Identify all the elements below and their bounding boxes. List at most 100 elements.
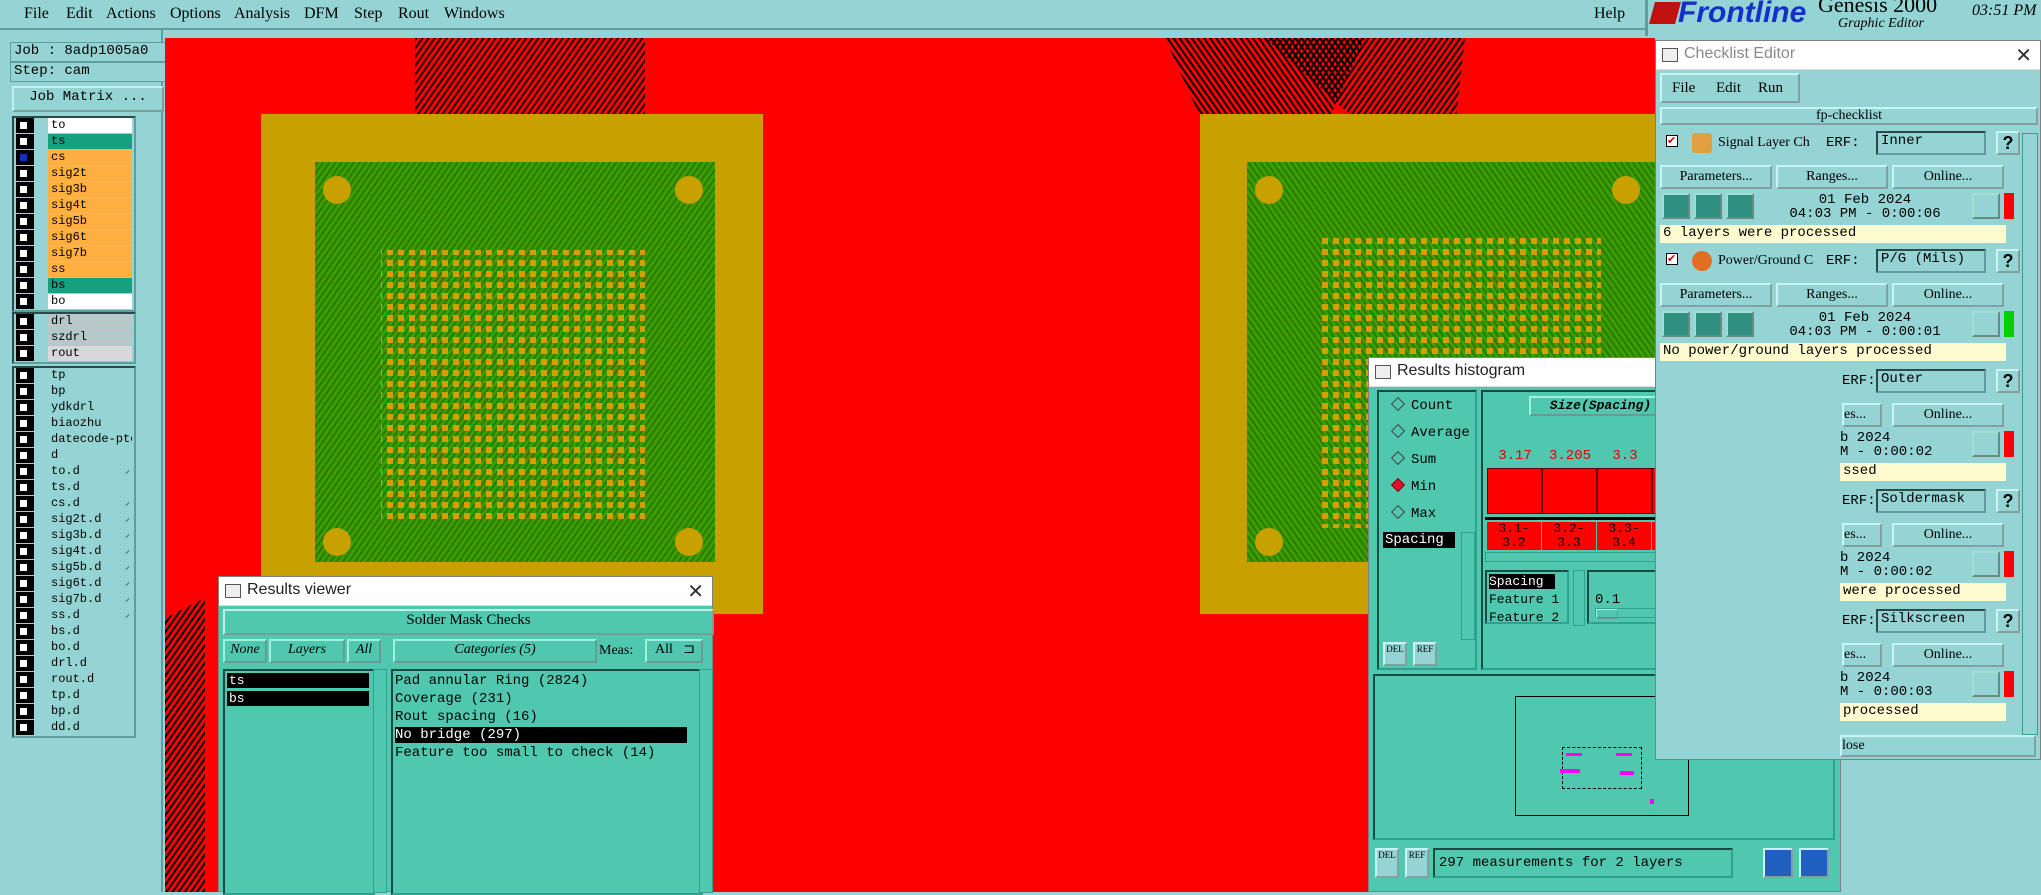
layer-row-bp[interactable]: bp [14,384,134,400]
layer-row-sig3b-d[interactable]: sig3b.d ⸝ [14,528,134,544]
online-button[interactable]: Online... [1892,165,2004,189]
layer-row-sig6t[interactable]: sig6t [14,230,134,246]
layer-name[interactable]: biaozhu [48,416,132,431]
layer-checkbox[interactable] [16,576,34,591]
layer-row-biaozhu[interactable]: biaozhu [14,416,134,432]
del-button[interactable]: DEL [1383,642,1407,666]
mode-min-radio[interactable]: Min [1390,477,1436,495]
layer-name[interactable]: ydkdrl [48,400,132,415]
layer-checkbox[interactable] [16,688,34,703]
erf-value[interactable]: Soldermask [1876,489,1986,513]
layer-checkbox[interactable] [16,720,34,735]
ref-button[interactable]: REF [1413,642,1437,666]
parameters-button[interactable]: Parameters... [1660,165,1772,189]
menu-edit[interactable]: Edit [66,5,93,23]
layer-checkbox[interactable] [16,544,34,559]
feature-item[interactable]: Feature 1 [1489,592,1559,607]
menu-dfm[interactable]: DFM [304,5,339,23]
none-button[interactable]: None [223,639,267,663]
layer-checkbox[interactable] [16,246,34,261]
layer-row-datecode-pte[interactable]: datecode-pte [14,432,134,448]
layer-name[interactable]: sig6t.d ⸝ [48,576,132,591]
layer-checkbox[interactable] [16,400,34,415]
zoom-icon[interactable] [1972,431,2000,457]
layer-row-bp-d[interactable]: bp.d [14,704,134,720]
zoom-icon[interactable] [1972,551,2000,577]
layer-checkbox[interactable] [16,480,34,495]
menu-options[interactable]: Options [170,5,221,23]
ranges-button[interactable]: Ranges... [1776,165,1888,189]
run-check-icon[interactable] [1694,311,1722,337]
zoom-icon[interactable] [1972,311,2000,337]
close-button[interactable]: lose [1840,735,2036,757]
layer-row-bo-d[interactable]: bo.d [14,640,134,656]
help-question-icon[interactable]: ? [1996,369,2020,393]
layer-checkbox[interactable] [16,368,34,383]
layers-button[interactable]: Layers [269,639,345,663]
layer-checkbox[interactable] [16,314,34,329]
layer-name[interactable]: datecode-pte [48,432,132,447]
layer-checkbox[interactable] [16,214,34,229]
check-enable-checkbox[interactable]: ✔ [1666,135,1678,147]
check-enable-checkbox[interactable]: ✔ [1666,253,1678,265]
slider-thumb[interactable] [1596,609,1618,619]
layer-row-ydkdrl[interactable]: ydkdrl [14,400,134,416]
layer-name[interactable]: to [48,118,132,133]
run-check-icon[interactable] [1662,311,1690,337]
zoom-fit-icon[interactable] [1763,848,1793,878]
meas-dropdown[interactable]: All ⊐ [645,639,703,663]
check-name[interactable]: Power/Ground C [1718,253,1813,269]
check-name[interactable]: Signal Layer Ch [1718,135,1810,151]
layer-checkbox[interactable] [16,384,34,399]
category-item-selected[interactable]: No bridge (297) [395,727,687,743]
help-question-icon[interactable]: ? [1996,489,2020,513]
measure-scrollbar[interactable] [1461,532,1475,640]
mode-count-radio[interactable]: Count [1390,396,1453,414]
layer-name[interactable]: sig6t [48,230,132,245]
layer-checkbox[interactable] [16,624,34,639]
layer-checkbox[interactable] [16,672,34,687]
close-icon[interactable]: ✕ [687,579,704,604]
menu-actions[interactable]: Actions [106,5,156,23]
feature-item-selected[interactable]: Spacing [1489,574,1555,589]
layer-row-ts[interactable]: ts [14,134,134,150]
layer-name[interactable]: bo [48,294,132,309]
layer-checkbox[interactable] [16,640,34,655]
layer-name[interactable]: sig7b.d ⸝ [48,592,132,607]
layer-checkbox[interactable] [16,448,34,463]
layer-checkbox[interactable] [16,608,34,623]
result-layer-item[interactable]: bs [227,691,369,706]
parameters-button[interactable]: es... [1842,643,1882,667]
layer-row-szdrl[interactable]: szdrl [14,330,134,346]
layer-checkbox[interactable] [16,346,34,361]
layer-row-to[interactable]: to [14,118,134,134]
layer-row-to-d[interactable]: to.d ⸝ [14,464,134,480]
menu-windows[interactable]: Windows [444,5,505,23]
menu-help[interactable]: Help [1594,5,1625,23]
layer-checkbox[interactable] [16,560,34,575]
layer-name[interactable]: rout.d [48,672,132,687]
layer-name[interactable]: sig2t [48,166,132,181]
layer-row-sig4t[interactable]: sig4t [14,198,134,214]
all-button[interactable]: All [347,639,381,663]
layer-row-drl-d[interactable]: drl.d [14,656,134,672]
layer-checkbox[interactable] [16,496,34,511]
layer-row-bs-d[interactable]: bs.d [14,624,134,640]
layer-row-sig6t-d[interactable]: sig6t.d ⸝ [14,576,134,592]
layer-name[interactable]: bs.d [48,624,132,639]
zoom-icon[interactable] [1972,671,2000,697]
layer-name[interactable]: szdrl [48,330,132,345]
menu-analysis[interactable]: Analysis [234,5,290,23]
layer-checkbox[interactable] [16,182,34,197]
job-matrix-button[interactable]: Job Matrix ... [12,86,164,112]
online-button[interactable]: Online... [1892,403,2004,427]
layer-row-tp-d[interactable]: tp.d [14,688,134,704]
layer-row-sig2t-d[interactable]: sig2t.d ⸝ [14,512,134,528]
categories-button[interactable]: Categories (5) [393,639,597,663]
parameters-button[interactable]: es... [1842,403,1882,427]
category-item[interactable]: Pad annular Ring (2824) [395,673,588,689]
layer-checkbox[interactable] [16,330,34,345]
layer-name[interactable]: tp [48,368,132,383]
layer-row-ss[interactable]: ss [14,262,134,278]
layer-name[interactable]: rout [48,346,132,361]
